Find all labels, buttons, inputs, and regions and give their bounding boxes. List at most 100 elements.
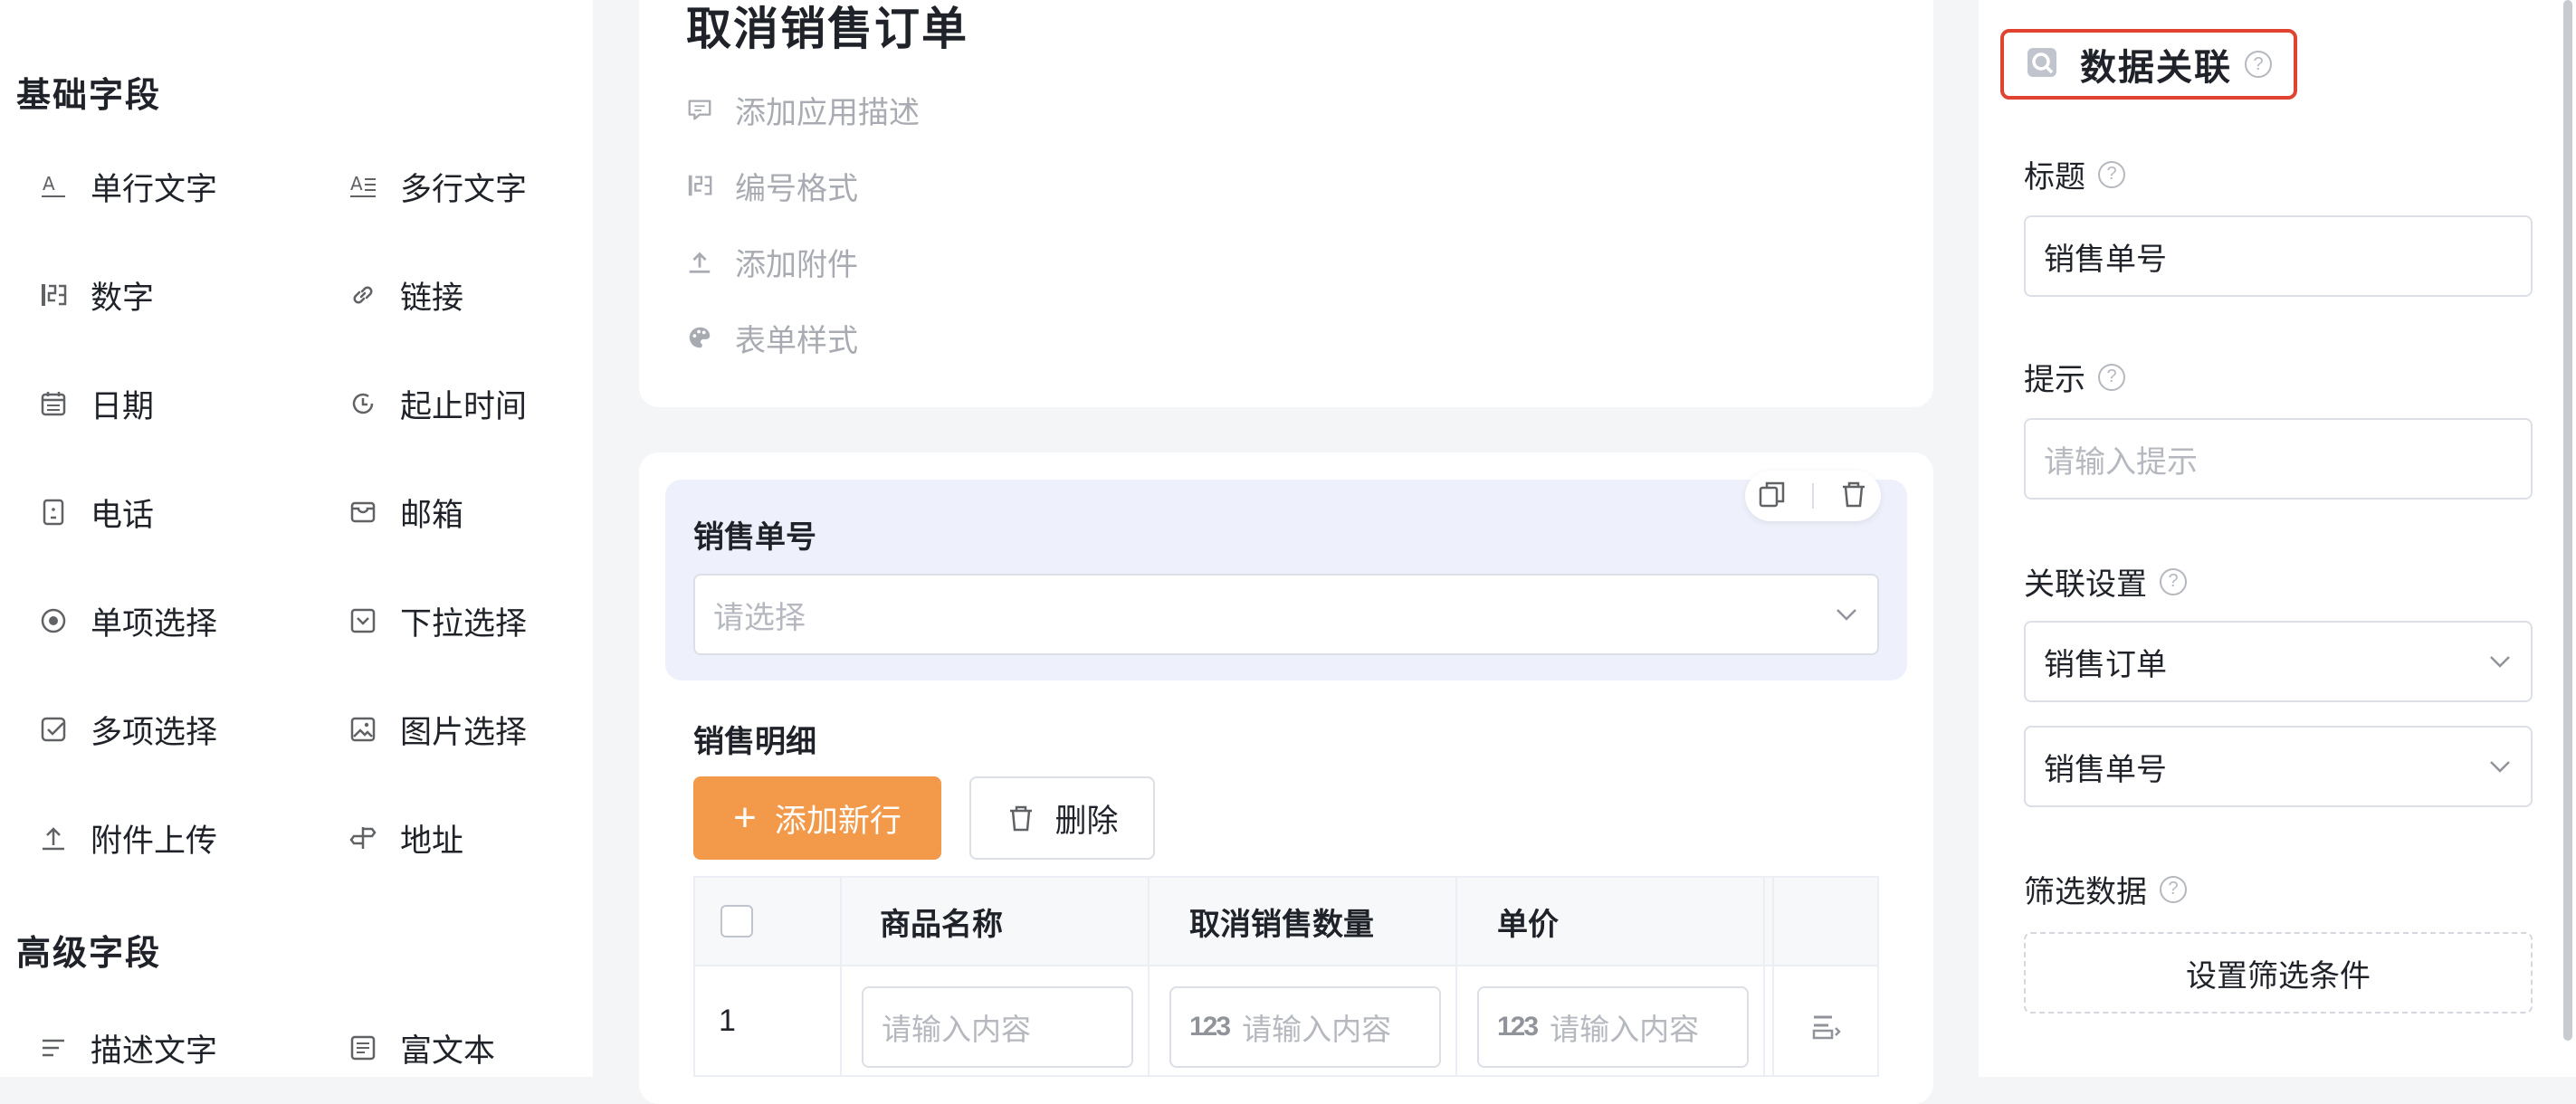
palette-item-label: 地址 (400, 823, 464, 859)
chevron-down-icon (1837, 609, 1856, 621)
trash-icon[interactable] (1838, 479, 1869, 514)
palette-item-label: 图片选择 (400, 714, 528, 750)
input-placeholder: 请输入内容 (882, 1013, 1031, 1046)
link-icon (348, 280, 378, 310)
delete-button[interactable]: 删除 (969, 776, 1155, 860)
column-divider (1772, 878, 1774, 1075)
palette-item-label: 富文本 (400, 1033, 496, 1069)
select-all-checkbox[interactable] (720, 878, 753, 965)
help-icon[interactable]: ? (2160, 875, 2187, 903)
filter-label-text: 筛选数据 (2024, 875, 2147, 909)
add-row-button[interactable]: + 添加新行 (693, 776, 941, 860)
palette-item-label: 多行文字 (400, 171, 528, 207)
number-icon (38, 280, 69, 310)
palette-item-number[interactable]: 数字 (38, 268, 154, 322)
chevron-down-icon (2490, 656, 2510, 668)
price-input[interactable]: 123 请输入内容 (1477, 986, 1749, 1068)
palette-item-address[interactable]: 地址 (348, 811, 463, 865)
form-title[interactable]: 取消销售订单 (686, 0, 968, 58)
comment-icon (684, 94, 715, 125)
palette-item-link[interactable]: 链接 (348, 268, 463, 322)
field-label: 销售单号 (693, 520, 816, 555)
link-form-select[interactable]: 销售订单 (2024, 621, 2533, 702)
sales-order-select[interactable]: 请选择 (693, 574, 1879, 655)
add-attachment-link[interactable]: 添加附件 (684, 239, 858, 284)
palette-item-label: 起止时间 (400, 388, 528, 424)
column-divider (840, 878, 842, 1075)
title-value: 销售单号 (2044, 242, 2167, 277)
svg-text:A: A (43, 173, 55, 195)
row-action-icon[interactable] (1810, 1010, 1843, 1047)
select-placeholder: 请选择 (713, 600, 806, 635)
palette-item-mail[interactable]: 邮箱 (348, 485, 463, 539)
number-format-link[interactable]: 编号格式 (684, 163, 858, 208)
set-filter-button[interactable]: 设置筛选条件 (2024, 932, 2533, 1014)
phone-icon (38, 497, 69, 528)
link-settings-label: 关联设置 ? (2024, 559, 2187, 604)
palette-item-label: 日期 (91, 388, 155, 424)
palette-item-radio[interactable]: 单项选择 (38, 594, 217, 648)
checkbox-icon (38, 714, 69, 745)
palette-item-time-range[interactable]: 起止时间 (348, 376, 527, 431)
column-header-price: 单价 (1497, 907, 1559, 942)
add-description-link[interactable]: 添加应用描述 (684, 87, 920, 132)
palette-item-phone[interactable]: 电话 (38, 485, 154, 539)
multi-line-text-icon: A (348, 171, 378, 202)
palette-item-single-line-text[interactable]: A 单行文字 (38, 159, 217, 214)
palette-item-upload[interactable]: 附件上传 (38, 811, 217, 865)
image-icon (348, 714, 378, 745)
column-header-qty: 取消销售数量 (1189, 907, 1374, 942)
title-label-text: 标题 (2024, 160, 2085, 195)
svg-text:A: A (350, 173, 363, 195)
link-field-value: 销售单号 (2044, 752, 2167, 787)
palette-item-multi-line-text[interactable]: A 多行文字 (348, 159, 527, 214)
column-header-name: 商品名称 (880, 907, 1003, 942)
help-icon[interactable]: ? (2098, 363, 2125, 391)
column-divider (1763, 878, 1765, 1075)
palette-item-image[interactable]: 图片选择 (348, 702, 527, 757)
rich-text-icon (348, 1033, 378, 1063)
help-icon[interactable]: ? (2160, 567, 2187, 595)
palette-item-label: 多项选择 (91, 714, 218, 750)
radio-icon (38, 605, 69, 636)
qty-input[interactable]: 123 请输入内容 (1169, 986, 1441, 1068)
number-prefix-icon: 123 (1189, 1012, 1231, 1042)
delete-label: 删除 (1054, 803, 1119, 839)
detail-table: 商品名称 取消销售数量 单价 1 请输入内容 123 请输入内容 123 请输入… (693, 876, 1879, 1077)
palette-item-label: 下拉选择 (400, 605, 528, 642)
trash-icon (1010, 805, 1033, 832)
palette-item-date[interactable]: 日期 (38, 376, 154, 431)
palette-item-label: 邮箱 (400, 497, 464, 533)
form-style-link[interactable]: 表单样式 (684, 315, 858, 360)
palette-item-description[interactable]: 描述文字 (38, 1021, 217, 1075)
help-icon[interactable]: ? (2098, 160, 2125, 188)
link-field-select[interactable]: 销售单号 (2024, 726, 2533, 807)
filter-data-label: 筛选数据 ? (2024, 867, 2187, 911)
copy-icon[interactable] (1757, 479, 1788, 514)
input-placeholder: 请输入内容 (1550, 1013, 1700, 1046)
link-form-value: 销售订单 (2044, 647, 2167, 682)
advanced-fields-title: 高级字段 (16, 935, 162, 973)
palette-item-rich-text[interactable]: 富文本 (348, 1021, 495, 1075)
palette-item-label: 单行文字 (91, 171, 218, 207)
product-name-input[interactable]: 请输入内容 (862, 986, 1133, 1068)
hint-label-text: 提示 (2024, 363, 2085, 397)
input-placeholder: 请输入内容 (1242, 1013, 1392, 1046)
meta-label: 表单样式 (735, 323, 858, 358)
chevron-down-icon (2490, 761, 2510, 773)
palette-item-dropdown[interactable]: 下拉选择 (348, 594, 527, 648)
help-icon[interactable]: ? (2245, 51, 2272, 78)
palette-item-checkbox[interactable]: 多项选择 (38, 702, 217, 757)
hint-input[interactable]: 请输入提示 (2024, 418, 2533, 500)
data-link-icon (2024, 44, 2060, 85)
toolbar-divider (1811, 483, 1814, 509)
panel-scrollbar[interactable] (2563, 0, 2572, 1041)
dropdown-icon (348, 605, 378, 636)
mail-icon (348, 497, 378, 528)
row-index: 1 (719, 1003, 736, 1038)
title-input[interactable]: 销售单号 (2024, 215, 2533, 297)
plus-icon: + (733, 795, 757, 840)
basic-fields-title: 基础字段 (16, 77, 162, 115)
meta-label: 添加附件 (735, 247, 858, 282)
calendar-icon (38, 388, 69, 419)
